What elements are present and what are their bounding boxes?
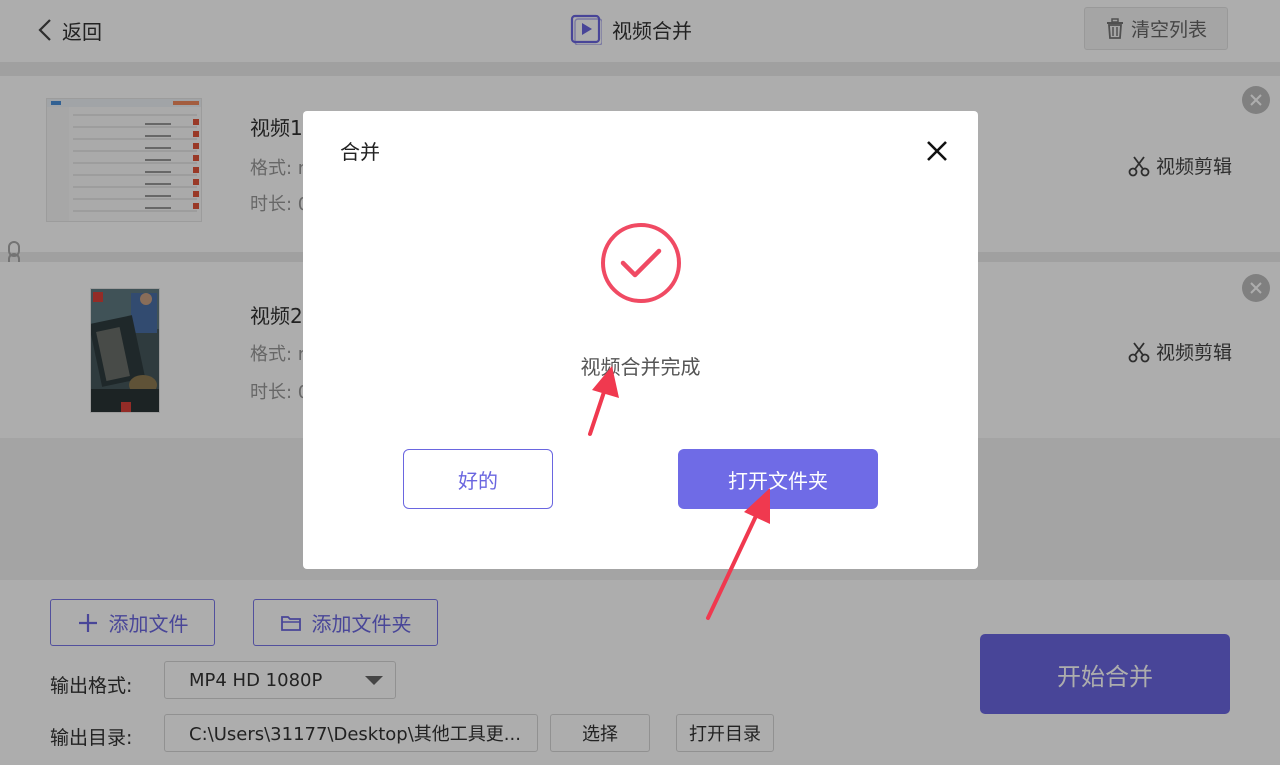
ok-label: 好的 bbox=[458, 468, 498, 493]
dialog-title: 合并 bbox=[340, 140, 380, 164]
dialog-message: 视频合并完成 bbox=[580, 355, 701, 379]
close-icon[interactable] bbox=[923, 137, 951, 165]
merge-complete-dialog: 合并 视频合并完成 好的 打开文件夹 bbox=[303, 111, 978, 569]
ok-button[interactable]: 好的 bbox=[403, 449, 553, 509]
open-folder-button[interactable]: 打开文件夹 bbox=[678, 449, 878, 509]
open-folder-label: 打开文件夹 bbox=[728, 468, 828, 493]
check-circle-icon bbox=[601, 223, 681, 303]
